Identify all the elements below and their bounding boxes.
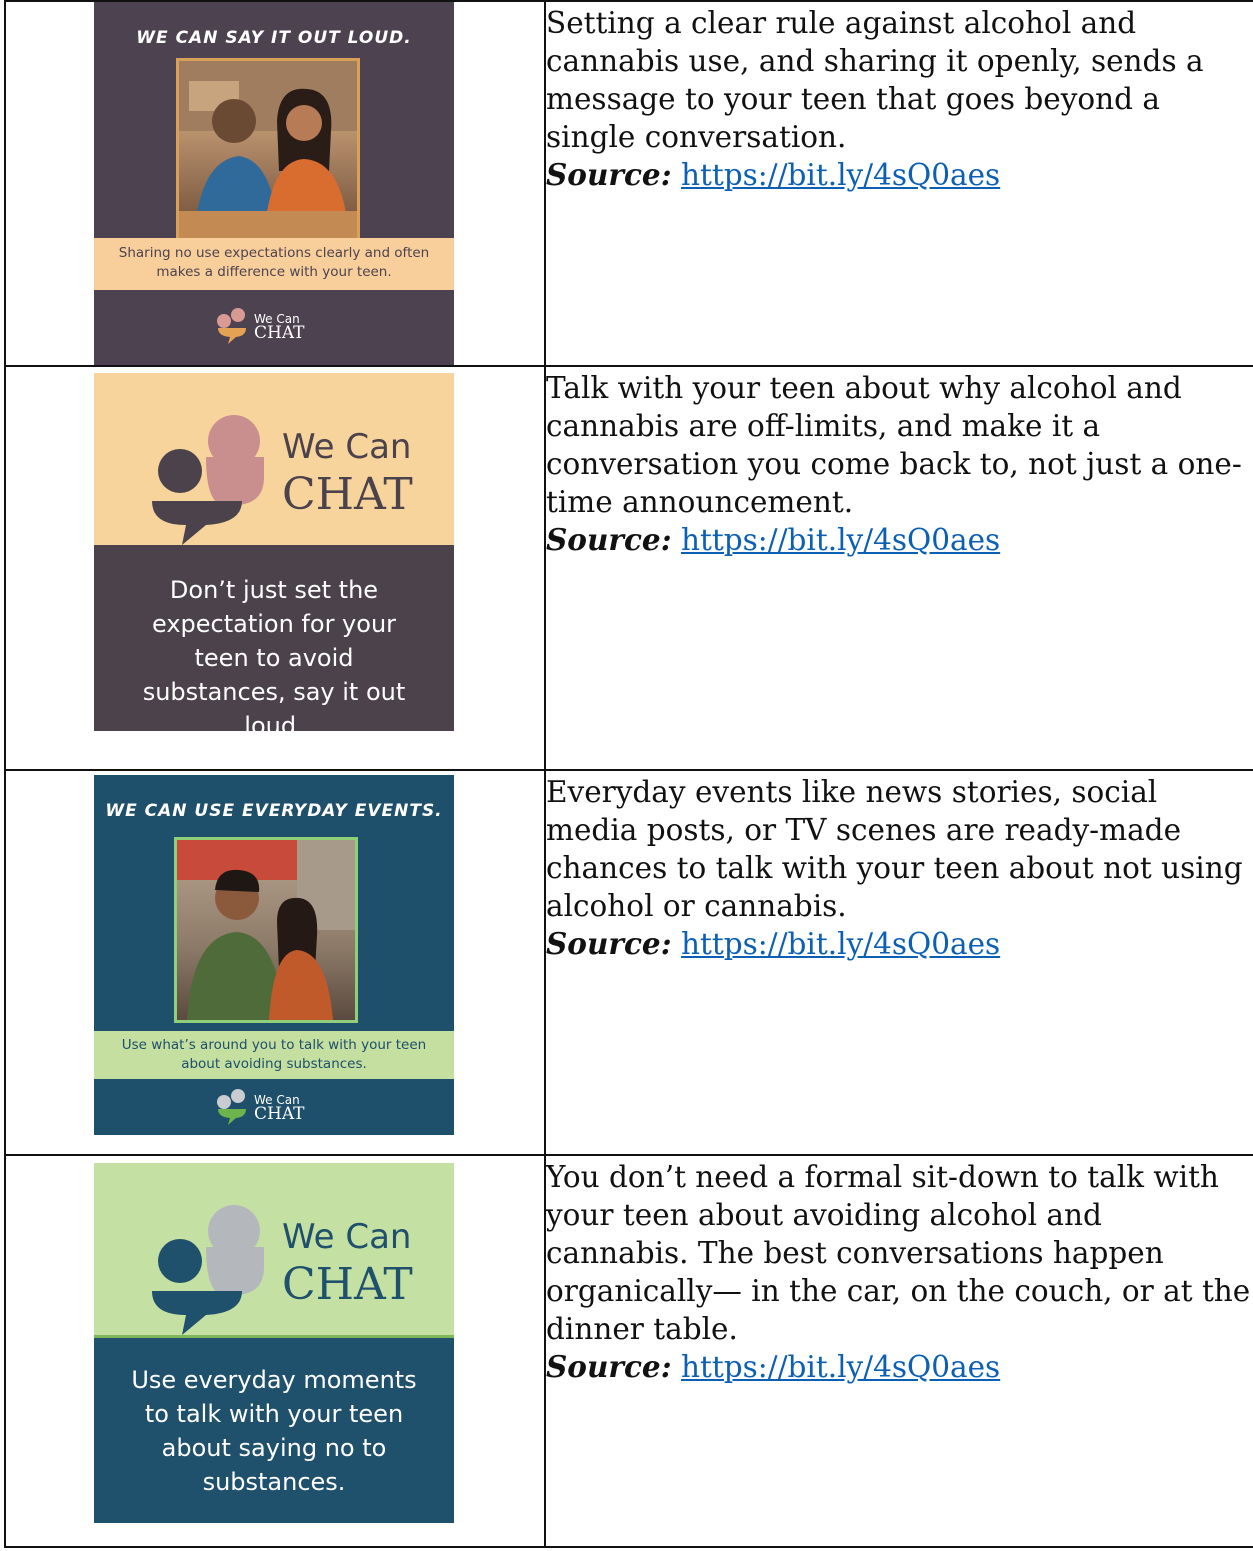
photo-parent-teen-kitchen (176, 58, 360, 242)
text-cell: Setting a clear rule against alcohol and… (544, 0, 1253, 367)
image-cell: WE CAN USE EVERYDAY EVENTS. Use what’s a… (4, 769, 546, 1156)
logo-big-text: CHAT (282, 469, 413, 520)
poster-message: Use everyday moments to talk with your t… (131, 1366, 417, 1496)
poster-everyday-events: WE CAN USE EVERYDAY EVENTS. Use what’s a… (94, 775, 454, 1135)
poster-band-text: Use what’s around you to talk with your … (121, 1037, 427, 1072)
source-link[interactable]: https://bit.ly/4sQ0aes (681, 158, 1000, 192)
chat-bubbles-icon (217, 1089, 246, 1125)
poster-message: Don’t just set the expectation for your … (142, 576, 406, 731)
body-text: Setting a clear rule against alcohol and… (546, 6, 1204, 154)
chat-bubbles-icon (217, 308, 246, 344)
body-text: Everyday events like news stories, socia… (546, 775, 1243, 923)
poster-say-it-out-loud: WE CAN SAY IT OUT LOUD. Sharing no use e… (94, 2, 454, 365)
image-cell: We Can CHAT Don’t just set the expectati… (4, 365, 546, 771)
table-row: We Can CHAT Use everyday moments to talk… (4, 1154, 1253, 1548)
source-link[interactable]: https://bit.ly/4sQ0aes (681, 1350, 1000, 1384)
text-cell: Everyday events like news stories, socia… (544, 769, 1253, 1156)
chat-bubbles-icon (152, 415, 264, 545)
text-cell: Talk with your teen about why alcohol an… (544, 365, 1253, 771)
logo-big-text: CHAT (254, 323, 305, 343)
poster-headline: WE CAN SAY IT OUT LOUD. (136, 28, 412, 48)
text-cell: You don’t need a formal sit-down to talk… (544, 1154, 1253, 1548)
we-can-chat-logo-large: We Can CHAT (146, 407, 436, 547)
image-cell: WE CAN SAY IT OUT LOUD. Sharing no use e… (4, 0, 546, 367)
poster-dont-just-set: We Can CHAT Don’t just set the expectati… (94, 373, 454, 731)
we-can-chat-logo: We Can CHAT (216, 1087, 305, 1127)
we-can-chat-logo-large: We Can CHAT (146, 1197, 436, 1337)
table-row: WE CAN USE EVERYDAY EVENTS. Use what’s a… (4, 769, 1253, 1156)
poster-everyday-moments: We Can CHAT Use everyday moments to talk… (94, 1163, 454, 1523)
poster-band: Use what’s around you to talk with your … (94, 1031, 454, 1079)
we-can-chat-logo: We Can CHAT (216, 306, 305, 346)
source-link[interactable]: https://bit.ly/4sQ0aes (681, 523, 1000, 557)
source-label: Source: (546, 1349, 672, 1384)
chat-bubbles-icon (152, 1205, 264, 1335)
poster-band: Sharing no use expectations clearly and … (94, 238, 454, 290)
source-label: Source: (546, 926, 672, 961)
source-label: Source: (546, 522, 672, 557)
poster-headline: WE CAN USE EVERYDAY EVENTS. (105, 801, 443, 821)
body-text: Talk with your teen about why alcohol an… (546, 371, 1242, 519)
logo-small-text: We Can (282, 427, 412, 467)
logo-big-text: CHAT (254, 1104, 305, 1124)
body-text: You don’t need a formal sit-down to talk… (546, 1160, 1251, 1346)
logo-small-text: We Can (282, 1217, 412, 1257)
photo-father-daughter-street (174, 837, 358, 1023)
table-row: WE CAN SAY IT OUT LOUD. Sharing no use e… (4, 0, 1253, 367)
content-table: WE CAN SAY IT OUT LOUD. Sharing no use e… (4, 0, 1253, 1548)
image-cell: We Can CHAT Use everyday moments to talk… (4, 1154, 546, 1548)
source-label: Source: (546, 157, 672, 192)
source-link[interactable]: https://bit.ly/4sQ0aes (681, 927, 1000, 961)
poster-band-text: Sharing no use expectations clearly and … (118, 245, 430, 280)
logo-big-text: CHAT (282, 1259, 413, 1310)
table-row: We Can CHAT Don’t just set the expectati… (4, 365, 1253, 771)
